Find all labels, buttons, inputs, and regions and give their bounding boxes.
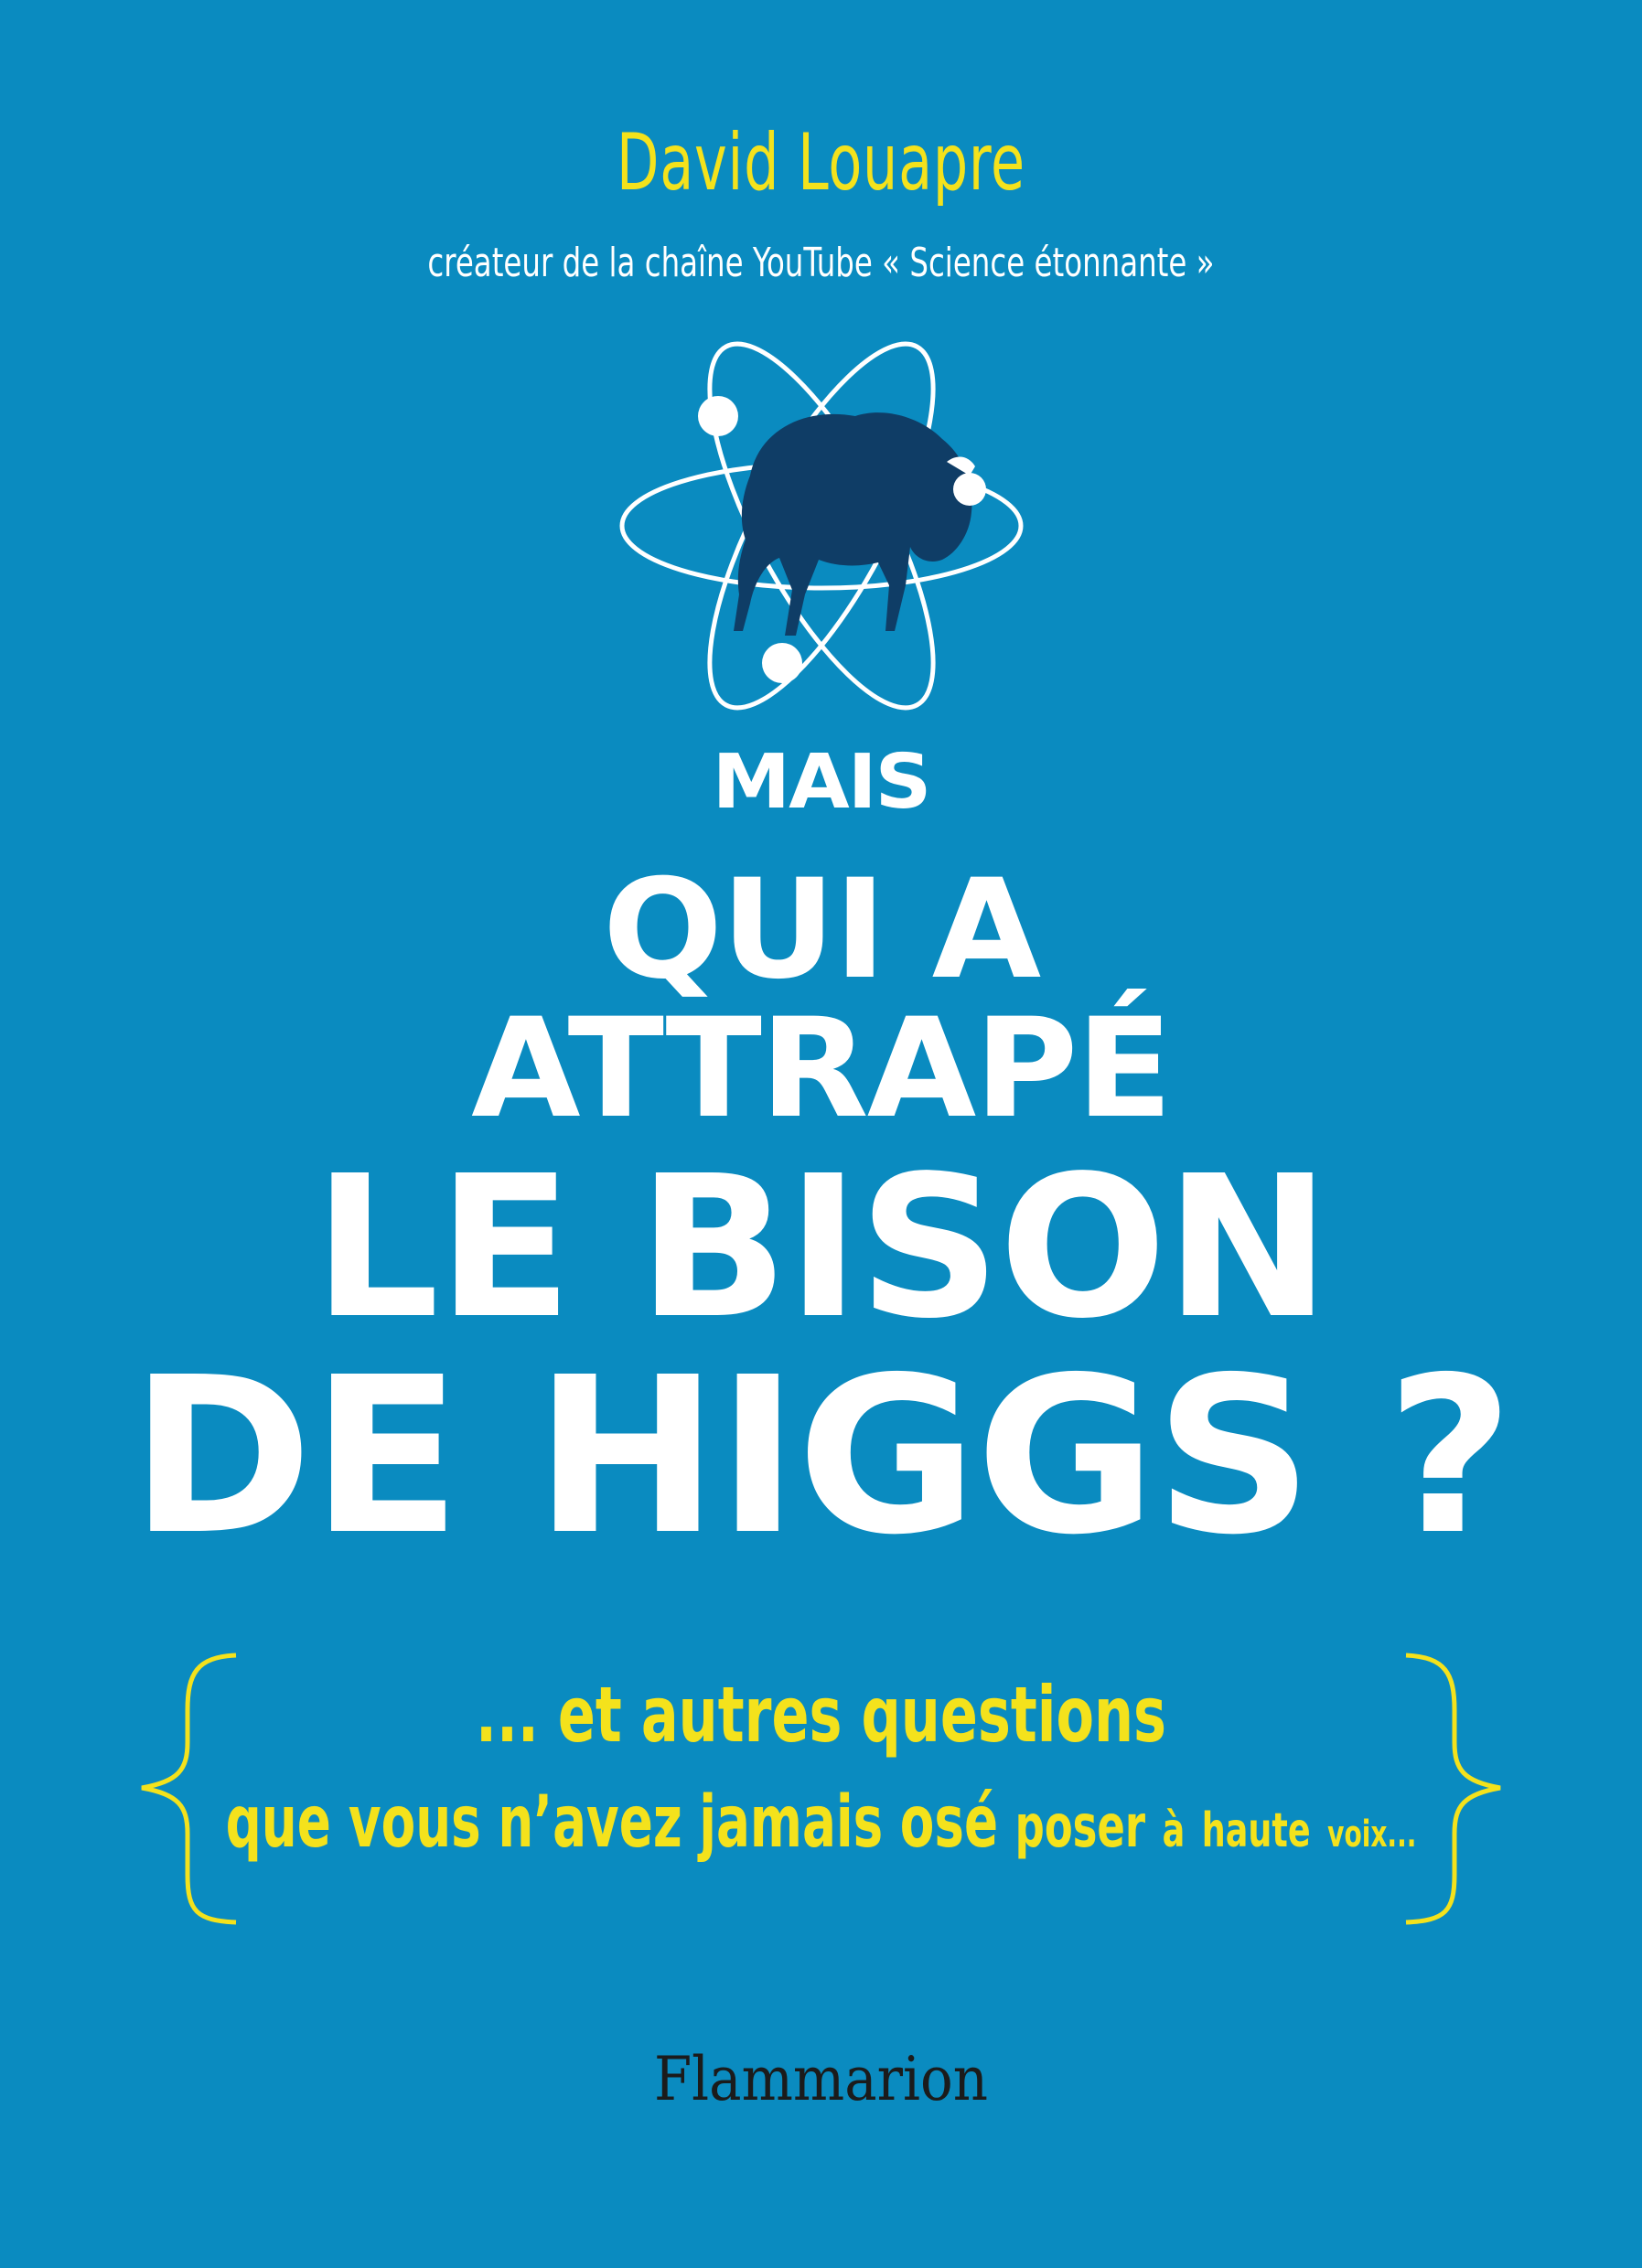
- tagline-word-navez: n’avez: [498, 1781, 682, 1864]
- tagline-line-1: ... et autres questions: [475, 1670, 1167, 1760]
- tagline-word-voix: voix...: [1327, 1813, 1417, 1856]
- publisher-name: Flammarion: [653, 2044, 989, 2114]
- tagline-word-poser: poser: [1014, 1793, 1146, 1861]
- tagline-line-2: que vous n’avez jamais osé poser à haute…: [180, 1781, 1461, 1864]
- tagline-word-jamais: jamais: [699, 1781, 884, 1864]
- tagline-word-haute: haute: [1201, 1803, 1311, 1858]
- tagline-word-ose: osé: [899, 1781, 999, 1864]
- tagline-word-que-vous: que vous: [225, 1781, 481, 1864]
- tagline-braces: [141, 1653, 1501, 1925]
- book-cover: David Louapre créateur de la chaîne YouT…: [0, 0, 1642, 2268]
- tagline-word-a: à: [1162, 1803, 1186, 1858]
